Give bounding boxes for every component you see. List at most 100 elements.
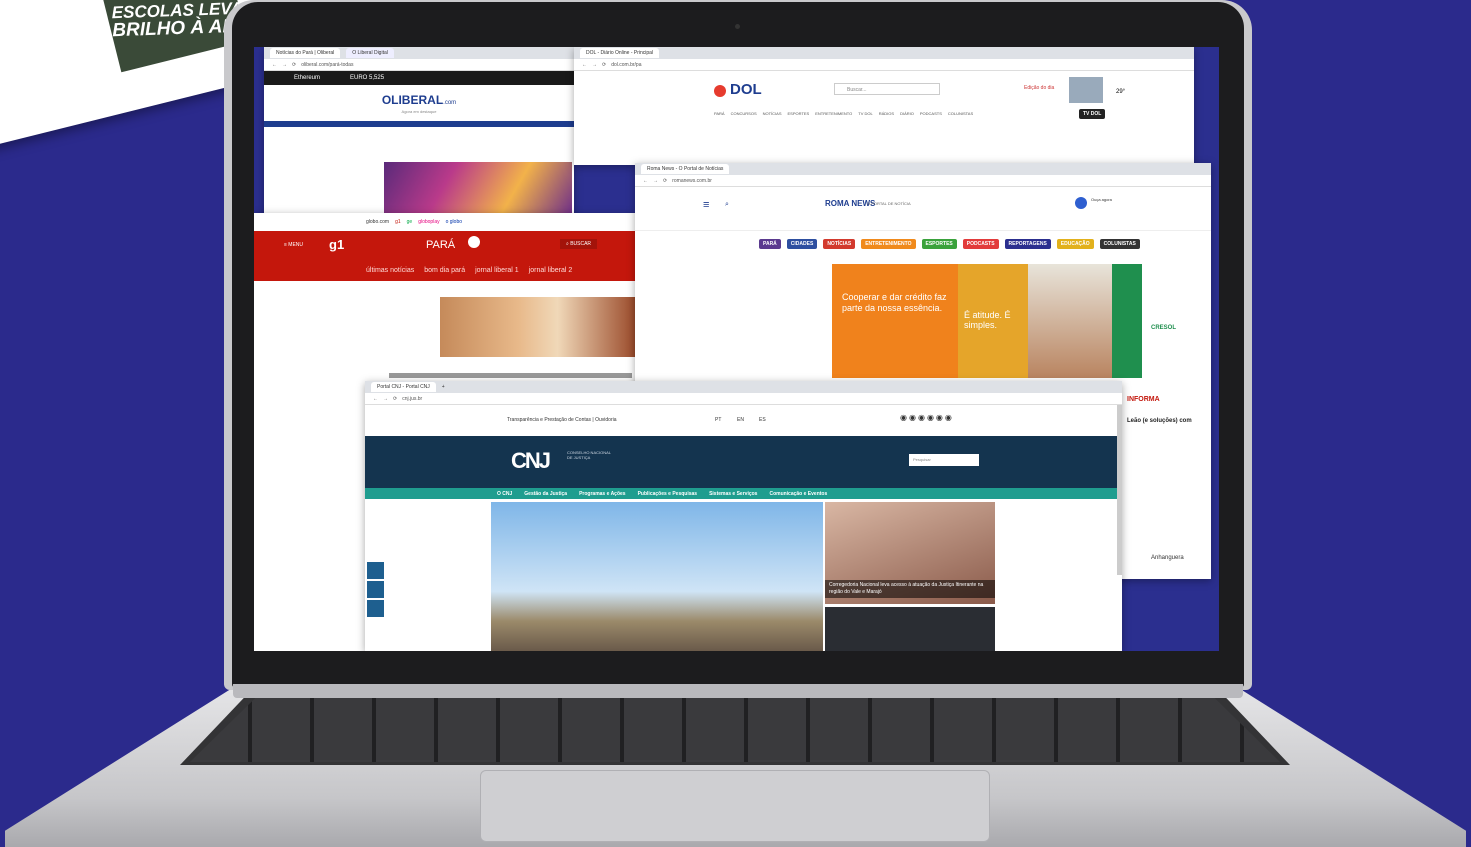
nav-entretenimento[interactable]: ENTRETENIMENTO <box>815 111 852 116</box>
cnj-logo[interactable]: CNJ <box>511 448 551 474</box>
nav-para[interactable]: PARÁ <box>714 111 725 116</box>
nav-strip <box>264 121 574 127</box>
dol-nav: PARÁ CONCURSOS NOTÍCIAS ESPORTES ENTRETE… <box>714 111 973 116</box>
tab-cnj[interactable]: Portal CNJ - Portal CNJ <box>371 382 436 392</box>
url-text[interactable]: oliberal.com/pará-todas <box>301 62 353 68</box>
nav-diario[interactable]: DIÁRIO <box>900 111 914 116</box>
nav-jornal-liberal-2[interactable]: jornal liberal 2 <box>529 267 573 274</box>
address-bar[interactable]: ← → ⟳ cnj.jus.br <box>365 393 1122 405</box>
link-g1[interactable]: g1 <box>395 219 401 225</box>
nav-programas[interactable]: Programas e Ações <box>579 491 626 497</box>
nav-jornal-liberal-1[interactable]: jornal liberal 1 <box>475 267 519 274</box>
cresol-ad[interactable]: Cooperar e dar crédito faz parte da noss… <box>832 264 1142 378</box>
forward-icon[interactable]: → <box>592 62 597 68</box>
transparency-link[interactable]: Transparência e Prestação de Contas | Ou… <box>507 417 617 423</box>
nav-radios[interactable]: RÁDIOS <box>879 111 894 116</box>
nav-bom-dia-para[interactable]: bom dia pará <box>424 267 465 274</box>
scrollbar[interactable] <box>1117 405 1122 575</box>
nav-esportes[interactable]: ESPORTES <box>788 111 810 116</box>
edition-thumbnail[interactable] <box>1069 77 1103 103</box>
nav-publicacoes[interactable]: Publicações e Pesquisas <box>638 491 697 497</box>
hero-image-building[interactable] <box>491 502 823 651</box>
nav-concursos[interactable]: CONCURSOS <box>731 111 757 116</box>
link-oglobo[interactable]: o globo <box>446 219 462 225</box>
eye-icon[interactable] <box>367 600 384 617</box>
category-pará[interactable]: PARÁ <box>759 239 781 249</box>
search-input[interactable]: Buscar... <box>834 83 940 95</box>
address-bar[interactable]: ← → ⟳ romanews.com.br <box>635 175 1211 187</box>
anhanguera-logo[interactable]: Anhanguera <box>1151 555 1184 561</box>
back-icon[interactable]: ← <box>272 62 277 68</box>
oliberal-logo[interactable]: OLIBERAL <box>382 93 443 107</box>
oliberal-header: OLIBERAL.com Agora em destaque <box>264 85 574 121</box>
g1-logo[interactable]: g1 <box>329 237 344 252</box>
category-cidades[interactable]: CIDADES <box>786 239 818 249</box>
search-icon[interactable]: ⌕ <box>725 201 729 209</box>
nav-comunicacao[interactable]: Comunicação e Eventos <box>769 491 827 497</box>
nav-colunistas[interactable]: COLUNISTAS <box>948 111 973 116</box>
lang-es[interactable]: ES <box>759 417 766 423</box>
play-icon[interactable] <box>1075 197 1087 209</box>
scrollbar[interactable] <box>389 373 632 378</box>
category-colunistas[interactable]: COLUNISTAS <box>1099 239 1140 249</box>
link-ge[interactable]: ge <box>407 219 413 225</box>
g1-nav: últimas notícias bom dia pará jornal lib… <box>366 267 572 274</box>
reload-icon[interactable]: ⟳ <box>292 62 296 68</box>
nav-podcasts[interactable]: PODCASTS <box>920 111 942 116</box>
url-text[interactable]: cnj.jus.br <box>402 396 422 402</box>
tab-dol[interactable]: DOL - Diário Online - Principal <box>580 48 660 58</box>
forward-icon[interactable]: → <box>383 396 388 402</box>
side-headline[interactable]: Leão (e soluções) com <box>1127 418 1192 424</box>
menu-button[interactable]: ≡ MENU <box>284 242 303 248</box>
back-icon[interactable]: ← <box>373 396 378 402</box>
cnj-logo-sub: CONSELHO NACIONAL DE JUSTIÇA <box>567 450 611 460</box>
nav-noticias[interactable]: NOTÍCIAS <box>763 111 782 116</box>
search-input[interactable]: Pesquisar <box>909 454 979 466</box>
search-button[interactable]: ⌕ BUSCAR <box>560 239 598 249</box>
tab-oliberal[interactable]: Notícias do Pará | Oliberal <box>270 48 341 58</box>
link-globoplay[interactable]: globoplay <box>418 219 439 225</box>
menu-icon[interactable]: ≡ <box>703 199 709 211</box>
new-tab-icon[interactable]: + <box>442 384 445 390</box>
news-card[interactable]: Corregedoria Nacional leva acesso à atua… <box>825 502 995 604</box>
libras-icon[interactable] <box>367 562 384 579</box>
forward-icon[interactable]: → <box>282 62 287 68</box>
edition-label[interactable]: Edição do dia <box>1024 85 1054 91</box>
category-reportagens[interactable]: REPORTAGENS <box>1004 239 1051 249</box>
news-card-thumbnail[interactable] <box>825 607 995 651</box>
category-esportes[interactable]: ESPORTES <box>921 239 957 249</box>
nav-tvdol[interactable]: TV DOL <box>858 111 872 116</box>
link-globo[interactable]: globo.com <box>366 219 389 225</box>
url-text[interactable]: dol.com.br/pa <box>611 62 641 68</box>
url-text[interactable]: romanews.com.br <box>672 178 712 184</box>
forward-icon[interactable]: → <box>653 178 658 184</box>
social-icons[interactable]: ◉◉◉◉◉◉ <box>900 413 954 422</box>
address-bar[interactable]: ← → ⟳ oliberal.com/pará-todas <box>264 59 574 71</box>
nav-ocnj[interactable]: O CNJ <box>497 491 512 497</box>
carnival-banner[interactable] <box>384 162 572 219</box>
category-podcasts[interactable]: PODCASTS <box>962 239 999 249</box>
back-icon[interactable]: ← <box>643 178 648 184</box>
tv-dol-badge[interactable]: TV DOL <box>1079 109 1106 119</box>
reload-icon[interactable]: ⟳ <box>393 396 397 402</box>
ad-slogan-panel: É atitude. É simples. <box>958 264 1028 378</box>
tab-oliberal-digital[interactable]: O Liberal Digital <box>346 48 394 58</box>
back-icon[interactable]: ← <box>582 62 587 68</box>
nav-ultimas[interactable]: últimas notícias <box>366 267 414 274</box>
category-educação[interactable]: EDUCAÇÃO <box>1056 239 1094 249</box>
nav-sistemas[interactable]: Sistemas e Serviços <box>709 491 757 497</box>
lang-pt[interactable]: PT <box>715 417 721 423</box>
tab-roma[interactable]: Roma News - O Portal de Notícias <box>641 164 730 174</box>
side-title: INFORMA <box>1127 396 1160 403</box>
cresol-logo[interactable]: CRESOL <box>1151 325 1176 331</box>
category-entretenimento[interactable]: ENTRETENIMENTO <box>861 239 916 249</box>
address-bar[interactable]: ← → ⟳ dol.com.br/pa <box>574 59 1194 71</box>
reload-icon[interactable]: ⟳ <box>663 178 667 184</box>
nav-gestao[interactable]: Gestão da Justiça <box>524 491 567 497</box>
festival-banner-image[interactable] <box>440 297 636 357</box>
dol-logo[interactable]: DOL <box>730 81 762 98</box>
lang-en[interactable]: EN <box>737 417 744 423</box>
reload-icon[interactable]: ⟳ <box>602 62 606 68</box>
accessibility-icon[interactable] <box>367 581 384 598</box>
category-notícias[interactable]: NOTÍCIAS <box>823 239 856 249</box>
